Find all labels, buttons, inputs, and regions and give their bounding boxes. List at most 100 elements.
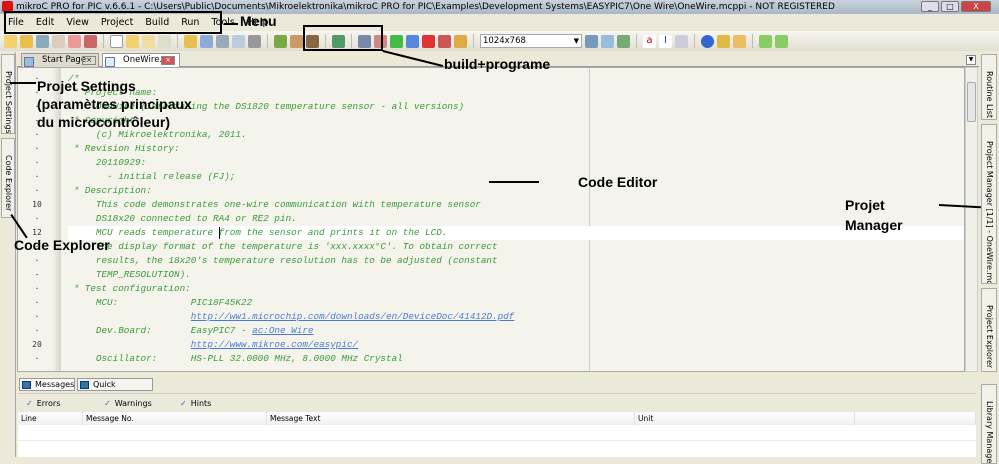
code-line[interactable]: Dev.Board: EasyPIC7 - ac:One Wire [68,324,964,338]
code-line[interactable]: TEMP_RESOLUTION). [68,268,964,282]
tab-onewire-c[interactable]: OneWire.c × [102,53,180,68]
tab-library-manager[interactable]: Library Manager [981,384,997,464]
font-icon[interactable] [406,34,419,48]
tab-start-page[interactable]: Start Page × [21,53,99,67]
layout-edit-icon[interactable] [601,34,614,48]
settings-annotation: Projet Settings [37,78,136,94]
save-project-icon[interactable] [36,34,49,48]
code-text: - initial release (FJ); [68,171,236,182]
separator [636,34,637,48]
check-icon: ✓ [26,399,33,408]
statistics-icon[interactable] [675,34,688,48]
minimize-button[interactable]: _ [921,1,939,12]
maximize-button[interactable]: □ [941,1,959,12]
key-icon[interactable] [717,34,730,48]
file-icon[interactable] [158,34,171,48]
separator [694,34,695,48]
code-link[interactable]: http://www.mikroe.com/easypic/ [191,339,358,350]
tab-routine-list[interactable]: Routine List [981,54,997,120]
column-header-line[interactable]: Line [18,412,83,425]
menu-annotation: Menu [240,13,277,29]
column-header-message-no[interactable]: Message No. [83,412,267,425]
code-line[interactable]: 20110929: [68,156,964,170]
back-arrow-icon[interactable] [759,34,772,48]
home-icon [24,57,34,67]
build-icon[interactable] [274,34,287,48]
update-icon[interactable] [733,34,746,48]
check-icon: ✓ [180,399,187,408]
close-button[interactable]: X [961,1,991,12]
tab-list-dropdown-icon[interactable]: ▼ [966,55,976,65]
options-icon[interactable] [454,34,467,48]
remove-icon[interactable] [84,34,97,48]
code-line[interactable]: * Description: [68,184,964,198]
jump-icon[interactable] [390,34,403,48]
build-all-icon[interactable] [290,34,303,48]
code-line[interactable]: http://www.mikroe.com/easypic/ [68,338,964,352]
tab-project-manager[interactable]: Project Manager [1/1] - OneWire.mcppi [981,124,997,284]
code-line[interactable]: * Project name: [68,86,964,100]
tab-quick-converter[interactable]: Quick Converter [77,378,153,401]
line-number: 10 [32,200,42,209]
code-link[interactable]: ac:One Wire [252,325,313,336]
ascii-chart-icon[interactable]: a [643,34,656,48]
save-icon[interactable] [200,34,213,48]
remove-file-icon[interactable] [142,34,155,48]
scrollbar-thumb[interactable] [967,82,976,122]
code-text: 20110929: [68,157,147,168]
italic-icon[interactable]: I [659,34,672,48]
chevron-down-icon: ▼ [573,37,579,45]
new-project-icon[interactable] [4,34,17,48]
code-link[interactable]: http://ww1.microchip.com/downloads/en/De… [191,311,515,322]
print-icon[interactable] [248,34,261,48]
tab-project-settings[interactable]: Project Settings [1,54,15,134]
warnings-checkbox[interactable]: ✓ Warnings [104,399,152,408]
code-line[interactable]: * Test configuration: [68,282,964,296]
hints-checkbox[interactable]: ✓ Hints [180,399,211,408]
forward-arrow-icon[interactable] [775,34,788,48]
build-annotation-box [303,25,383,51]
layout-save-icon[interactable] [585,34,598,48]
code-line[interactable]: The display format of the temperature is… [68,240,964,254]
code-line[interactable]: MCU reads temperature from the sensor an… [68,226,964,240]
code-line[interactable]: MCU: PIC18F45K22 [68,296,964,310]
code-area[interactable]: /* * Project name: OneWire (Interfacing … [68,68,964,371]
code-line[interactable]: DS18x20 connected to RA4 or RE2 pin. [68,212,964,226]
layout-icon[interactable] [617,34,630,48]
close-tab-icon[interactable]: × [161,56,175,65]
open-icon[interactable] [184,34,197,48]
save-all-icon[interactable] [216,34,229,48]
help-icon[interactable] [701,34,714,48]
errors-checkbox[interactable]: ✓ Errors [26,399,60,408]
code-text: MCU: PIC18F45K22 [68,297,253,308]
export-icon[interactable] [422,34,435,48]
open-project-icon[interactable] [20,34,33,48]
edit-project-icon[interactable] [52,34,65,48]
print-preview-icon[interactable] [232,34,245,48]
line-number: · [34,158,40,167]
code-line[interactable]: /* [68,72,964,86]
column-header-unit[interactable]: Unit [635,412,855,425]
code-line[interactable]: results, the 18x20's temperature resolut… [68,254,964,268]
code-line[interactable]: Oscillator: HS-PLL 32.0000 MHz, 8.0000 M… [68,352,964,366]
resolution-select[interactable]: 1024x768 ▼ [480,34,582,48]
annotation-line [489,181,539,183]
vertical-scrollbar[interactable] [965,67,978,372]
tools-icon[interactable] [438,34,451,48]
code-line[interactable]: OneWire (Interfacing the DS1820 temperat… [68,100,964,114]
tab-project-explorer[interactable]: Project Explorer [981,288,997,372]
close-project-icon[interactable] [68,34,81,48]
code-line[interactable]: http://ww1.microchip.com/downloads/en/De… [68,310,964,324]
add-file-icon[interactable] [126,34,139,48]
code-line[interactable]: * Copyright: [68,114,964,128]
tab-label: Project Manager [1/1] - OneWire.mcppi [985,141,994,284]
column-header-message-text[interactable]: Message Text [267,412,635,425]
close-tab-icon[interactable]: × [82,56,96,65]
new-file-icon[interactable] [110,34,123,48]
code-line[interactable]: This code demonstrates one-wire communic… [68,198,964,212]
line-number: 20 [32,340,42,349]
tab-messages[interactable]: Messages [19,378,75,391]
code-line[interactable]: (c) Mikroelektronika, 2011. [68,128,964,142]
tab-code-explorer[interactable]: Code Explorer [1,138,15,218]
code-line[interactable]: * Revision History: [68,142,964,156]
